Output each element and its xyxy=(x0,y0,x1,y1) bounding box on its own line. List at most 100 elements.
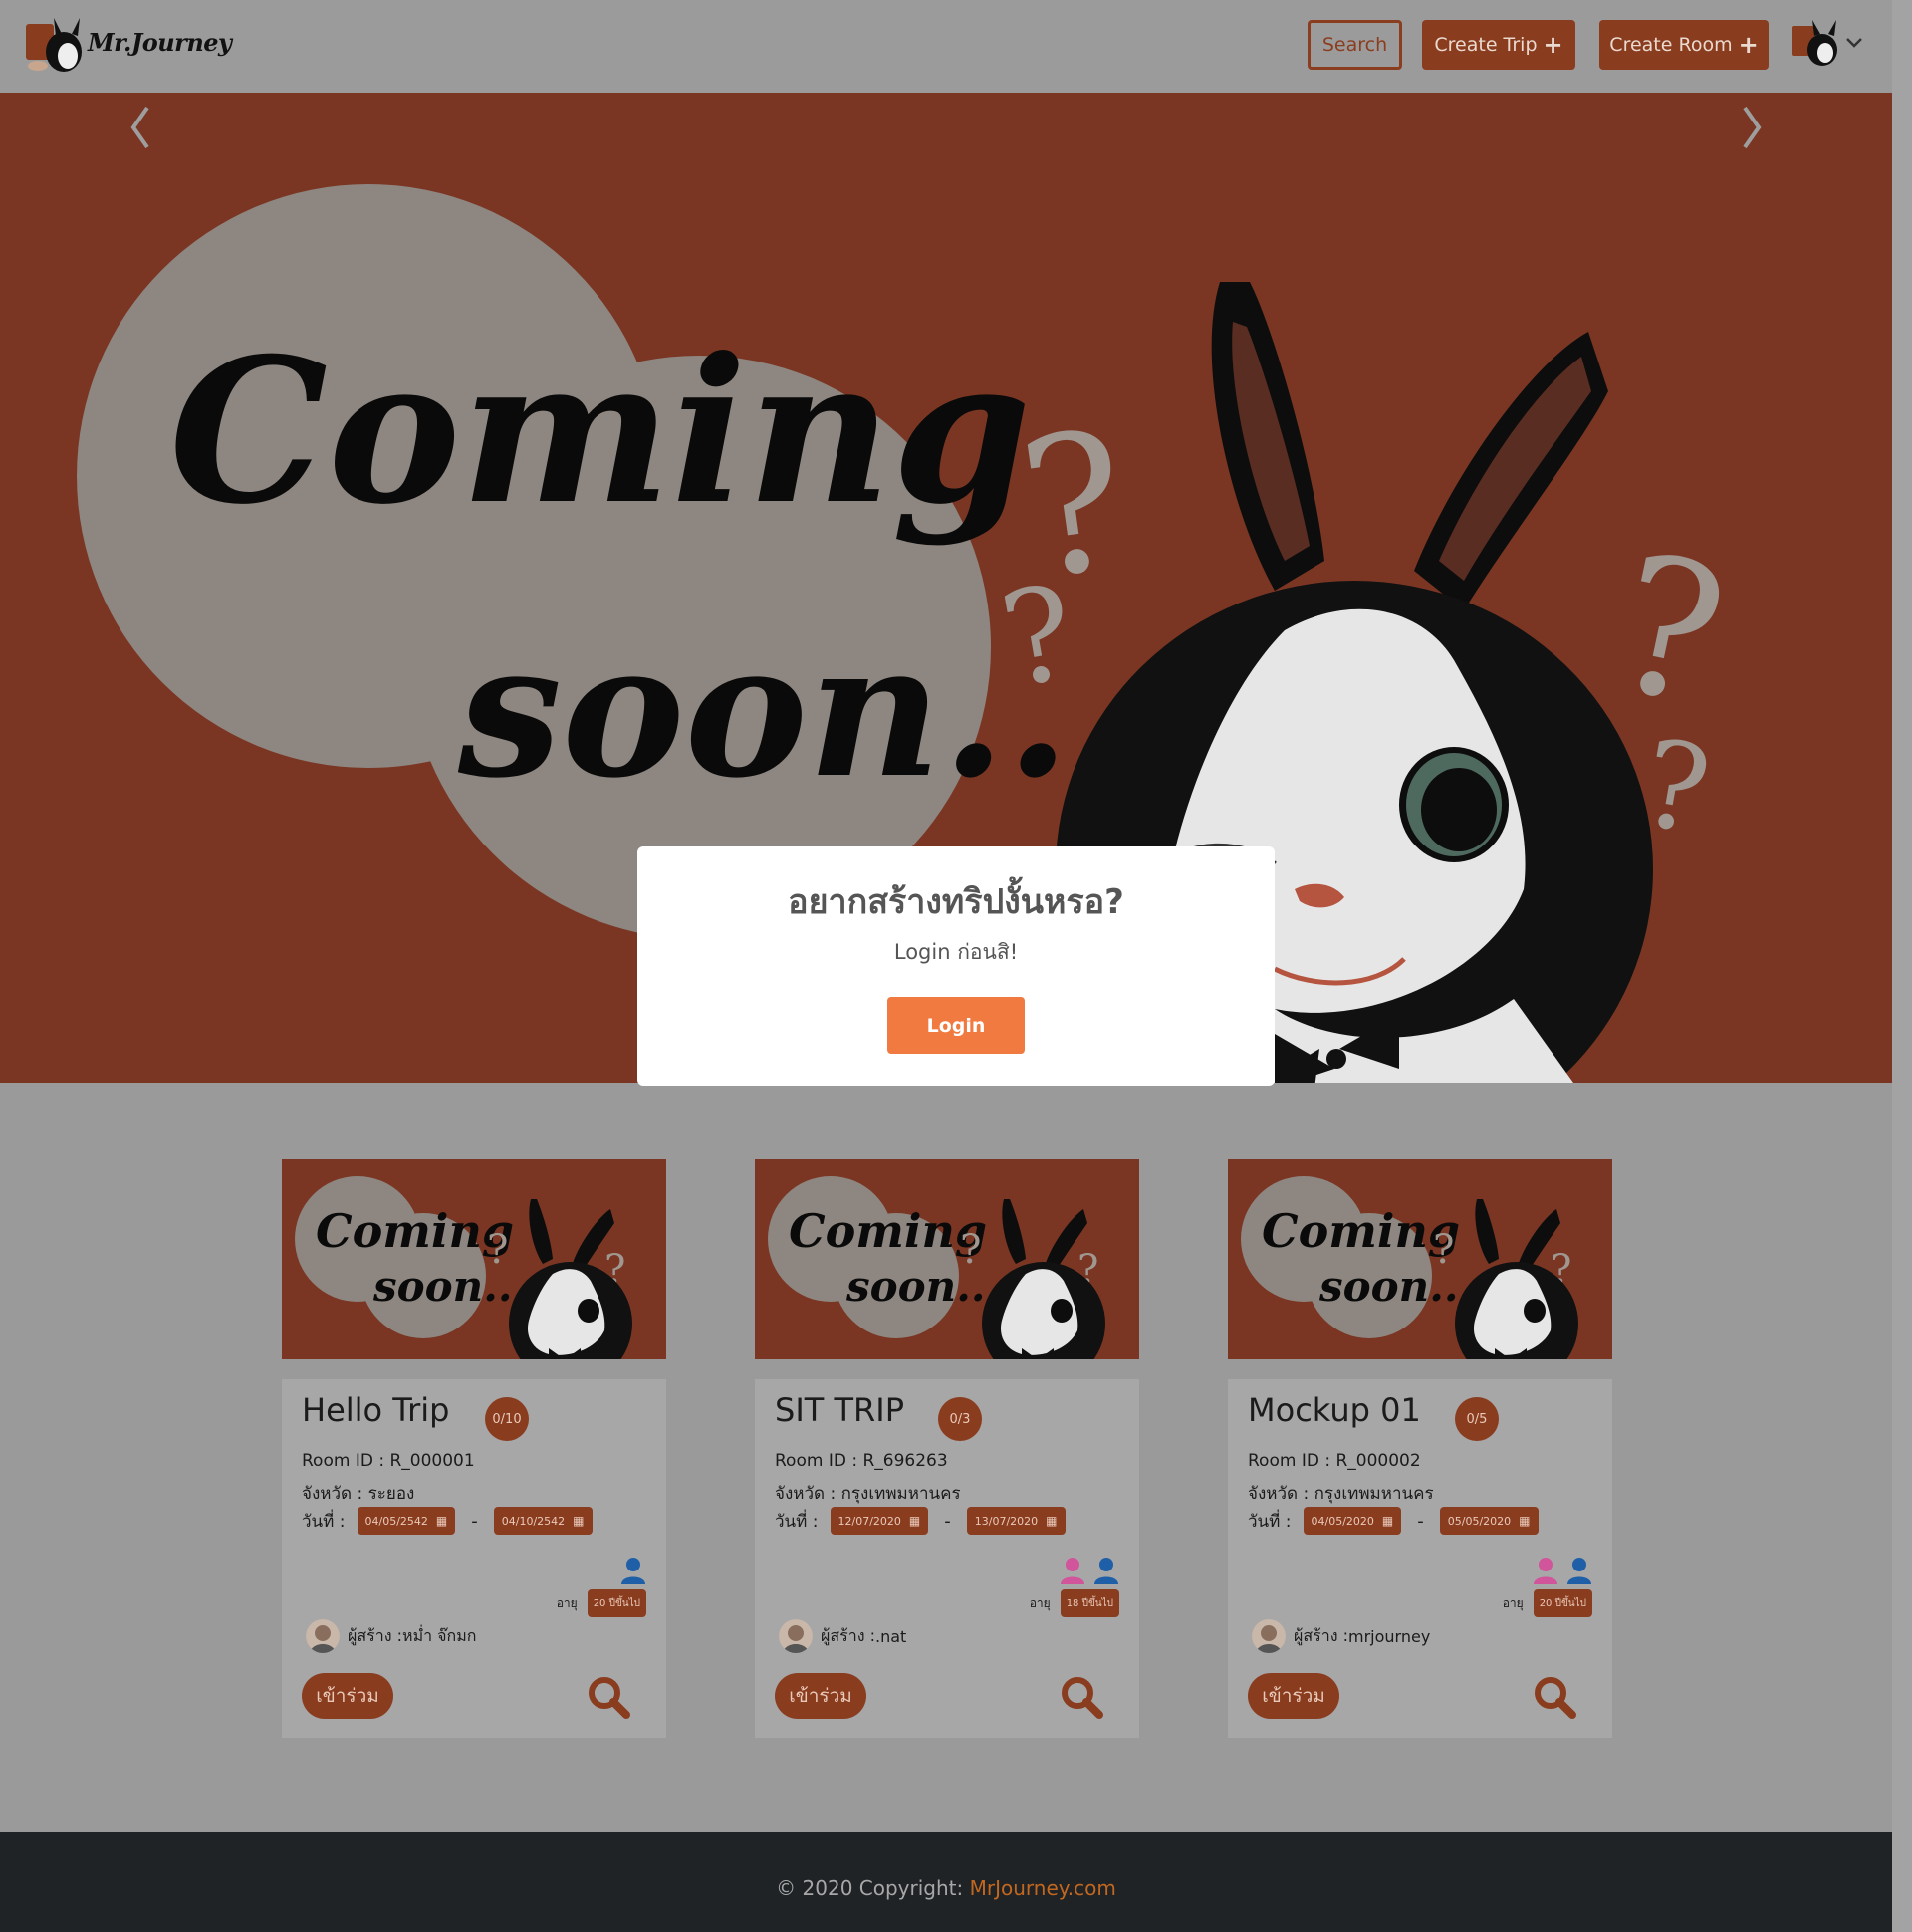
chevron-right-icon[interactable] xyxy=(1733,93,1773,162)
calendar-icon: ▦ xyxy=(1519,1514,1531,1528)
card-thumbnail: Coming soon.. ? ? xyxy=(295,1176,632,1359)
creator-label: ผู้สร้าง : xyxy=(821,1625,876,1645)
start-date-value: 04/05/2542 xyxy=(364,1514,428,1528)
person-icon xyxy=(1567,1558,1591,1584)
creator: ผู้สร้าง : หม่ำ จ๊กมก xyxy=(306,1619,476,1653)
create-trip-button[interactable]: Create Trip + xyxy=(1422,20,1575,70)
search-button-label: Search xyxy=(1321,34,1388,56)
date-separator: - xyxy=(471,1510,478,1532)
person-icon xyxy=(621,1558,645,1584)
card-body: SIT TRIP 0/3 Room ID : R_696263 จังหวัด … xyxy=(755,1379,1139,1738)
card-image: Coming soon.. ? ? xyxy=(755,1159,1139,1359)
age-requirement: อายุ 20 ปีขึ้นไป xyxy=(1503,1589,1592,1617)
member-count-badge: 0/5 xyxy=(1455,1397,1499,1441)
search-icon[interactable] xyxy=(1060,1675,1103,1719)
province-label: จังหวัด : xyxy=(775,1484,841,1504)
calendar-icon: ▦ xyxy=(435,1514,448,1528)
date-range: วันที่ : 12/07/2020 ▦ - 13/07/2020 ▦ xyxy=(775,1506,1066,1536)
room-id: Room ID : R_000002 xyxy=(1248,1451,1421,1471)
province: จังหวัด : กรุงเทพมหานคร xyxy=(1248,1480,1434,1507)
member-count-badge: 0/10 xyxy=(485,1397,529,1441)
age-label: อายุ xyxy=(556,1595,578,1610)
create-trip-label: Create Trip xyxy=(1434,34,1538,56)
date-label: วันที่ : xyxy=(775,1511,819,1532)
banner-line2: soon.. xyxy=(457,602,1070,819)
footer: © 2020 Copyright: MrJourney.com xyxy=(0,1832,1892,1932)
svg-text:?: ? xyxy=(1596,512,1742,748)
calendar-icon: ▦ xyxy=(908,1514,921,1528)
plus-icon: + xyxy=(1738,31,1759,59)
creator-avatar xyxy=(779,1619,813,1653)
svg-text:?: ? xyxy=(487,1227,508,1273)
join-button[interactable]: เข้าร่วม xyxy=(775,1673,866,1719)
start-date: 12/07/2020 ▦ xyxy=(830,1507,929,1535)
scrollbar[interactable] xyxy=(1892,0,1912,1932)
creator: ผู้สร้าง : mrjourney xyxy=(1252,1619,1430,1653)
room-id-value: R_696263 xyxy=(862,1451,948,1471)
footer-copyright: © 2020 Copyright: MrJourney.com xyxy=(0,1876,1892,1900)
rabbit-logo-icon xyxy=(26,18,82,72)
end-date-value: 05/05/2020 xyxy=(1447,1514,1512,1528)
person-icon xyxy=(1094,1558,1118,1584)
end-date-value: 04/10/2542 xyxy=(501,1514,566,1528)
end-date: 13/07/2020 ▦ xyxy=(966,1507,1066,1535)
banner-line1: Coming xyxy=(169,315,1031,549)
login-modal: อยากสร้างทริปงั้นหรอ? Login ก่อนสิ! Logi… xyxy=(637,846,1275,1086)
search-icon[interactable] xyxy=(1533,1675,1576,1719)
room-id: Room ID : R_000001 xyxy=(302,1451,475,1471)
join-button[interactable]: เข้าร่วม xyxy=(1248,1673,1339,1719)
footer-link[interactable]: MrJourney.com xyxy=(970,1876,1116,1900)
chevron-left-icon[interactable] xyxy=(120,93,159,162)
creator: ผู้สร้าง : .nat xyxy=(779,1619,906,1653)
svg-text:?: ? xyxy=(960,1227,981,1273)
calendar-icon: ▦ xyxy=(573,1514,585,1528)
creator-name: หม่ำ จ๊กมก xyxy=(402,1625,477,1645)
province: จังหวัด : ระยอง xyxy=(302,1480,414,1507)
province-value: กรุงเทพมหานคร xyxy=(1314,1484,1434,1504)
svg-text:Coming: Coming xyxy=(316,1204,514,1258)
trip-card: Coming soon.. ? ? SIT TRIP 0/3 Room ID :… xyxy=(755,1159,1139,1738)
calendar-icon: ▦ xyxy=(1046,1514,1058,1528)
navbar: Mr.Journey Search Create Trip + Create Ro… xyxy=(0,0,1892,93)
province: จังหวัด : กรุงเทพมหานคร xyxy=(775,1480,961,1507)
user-menu[interactable] xyxy=(1792,20,1864,72)
card-thumbnail: Coming soon.. ? ? xyxy=(768,1176,1105,1359)
province-label: จังหวัด : xyxy=(1248,1484,1314,1504)
create-room-label: Create Room xyxy=(1609,34,1733,56)
start-date-value: 04/05/2020 xyxy=(1311,1514,1374,1528)
person-icon xyxy=(1534,1558,1557,1584)
calendar-icon: ▦ xyxy=(1381,1514,1394,1528)
card-thumbnail: Coming soon.. ? ? xyxy=(1241,1176,1578,1359)
card-body: Hello Trip 0/10 Room ID : R_000001 จังหว… xyxy=(282,1379,666,1738)
trip-card: Coming soon.. ? ? Mockup 01 0/5 Room ID … xyxy=(1228,1159,1612,1738)
age-value: 20 ปีขึ้นไป xyxy=(1533,1589,1592,1617)
svg-text:Coming: Coming xyxy=(1262,1204,1460,1258)
modal-subtitle: Login ก่อนสิ! xyxy=(893,940,1019,964)
age-value: 18 ปีขึ้นไป xyxy=(1060,1589,1119,1617)
search-button[interactable]: Search xyxy=(1308,20,1402,70)
room-id-label: Room ID : xyxy=(775,1451,863,1471)
creator-avatar xyxy=(306,1619,340,1653)
brand-text: Mr.Journey xyxy=(88,28,232,57)
login-button[interactable]: Login xyxy=(887,997,1025,1054)
room-id-label: Room ID : xyxy=(1248,1451,1336,1471)
trip-card: Coming soon.. ? ? Hello Trip 0/10 Room I… xyxy=(282,1159,666,1738)
modal-title: อยากสร้างทริปงั้นหรอ? xyxy=(788,882,1124,922)
age-value: 20 ปีขึ้นไป xyxy=(587,1589,646,1617)
start-date: 04/05/2020 ▦ xyxy=(1303,1507,1402,1535)
footer-prefix: © 2020 Copyright: xyxy=(776,1876,970,1900)
create-room-button[interactable]: Create Room + xyxy=(1599,20,1769,70)
age-label: อายุ xyxy=(1502,1595,1524,1610)
creator-avatar xyxy=(1252,1619,1286,1653)
svg-text:Coming: Coming xyxy=(789,1204,987,1258)
creator-name: .nat xyxy=(875,1626,907,1646)
brand-logo[interactable]: Mr.Journey xyxy=(24,16,232,76)
end-date: 04/10/2542 ▦ xyxy=(493,1507,593,1535)
date-separator: - xyxy=(1417,1510,1424,1532)
join-button[interactable]: เข้าร่วม xyxy=(302,1673,393,1719)
province-label: จังหวัด : xyxy=(302,1484,368,1504)
member-count-badge: 0/3 xyxy=(938,1397,982,1441)
card-image: Coming soon.. ? ? xyxy=(1228,1159,1612,1359)
search-icon[interactable] xyxy=(587,1675,630,1719)
avatar xyxy=(1792,20,1837,66)
